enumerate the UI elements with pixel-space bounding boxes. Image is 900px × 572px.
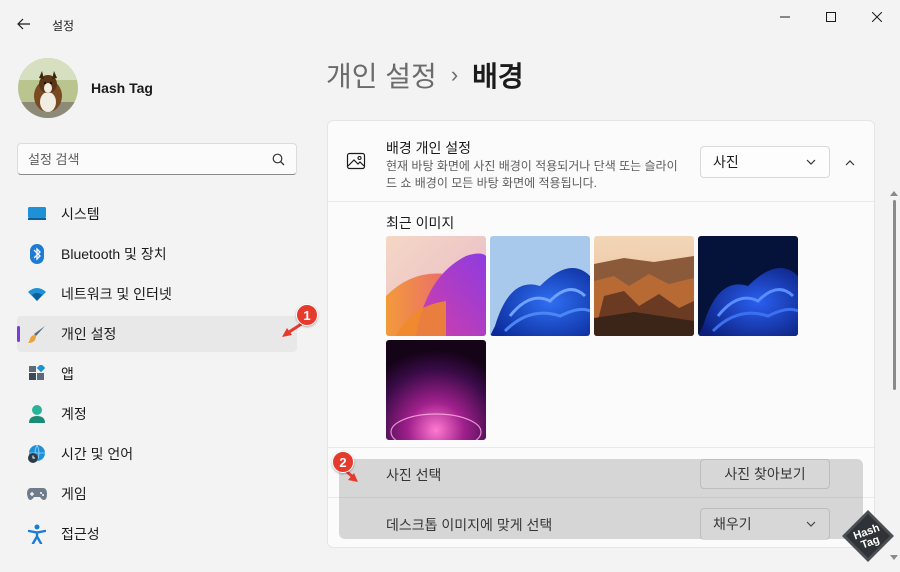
recent-image-1[interactable] xyxy=(386,236,486,336)
sidebar-item-bluetooth[interactable]: Bluetooth 및 장치 xyxy=(17,236,297,272)
sidebar-item-label: 네트워크 및 인터넷 xyxy=(61,286,172,302)
page-title: 배경 xyxy=(472,61,524,92)
maximize-button[interactable] xyxy=(808,0,854,34)
annotation-badge-2: 2 xyxy=(332,451,354,473)
background-card-header: 배경 개인 설정 현재 바탕 화면에 사진 배경이 적용되거나 단색 또는 슬라… xyxy=(328,121,874,201)
sidebar-item-label: 게임 xyxy=(61,486,87,502)
sidebar-item-gaming[interactable]: 게임 xyxy=(17,476,297,512)
sidebar-item-system[interactable]: 시스템 xyxy=(17,196,297,232)
breadcrumb-parent[interactable]: 개인 설정 xyxy=(326,55,437,95)
apps-icon xyxy=(27,364,47,384)
minimize-icon xyxy=(780,16,790,18)
app-title: 설정 xyxy=(52,19,75,33)
sidebar-item-network[interactable]: 네트워크 및 인터넷 xyxy=(17,276,297,312)
brush-icon xyxy=(27,324,47,344)
sidebar-item-label: 계정 xyxy=(61,406,87,422)
back-button[interactable] xyxy=(10,10,38,38)
scroll-up-icon[interactable] xyxy=(890,190,898,196)
settings-search[interactable] xyxy=(17,143,297,175)
system-icon xyxy=(27,204,47,224)
close-button[interactable] xyxy=(854,0,900,34)
recent-images-section: 최근 이미지 xyxy=(328,201,874,447)
breadcrumb-separator: › xyxy=(450,62,459,87)
annotation-highlight xyxy=(339,459,863,539)
chevron-up-icon xyxy=(845,160,855,166)
sidebar-item-label: 개인 설정 xyxy=(61,326,117,342)
wifi-icon xyxy=(27,284,47,304)
recent-image-2[interactable] xyxy=(490,236,590,336)
sidebar-item-personalization[interactable]: 개인 설정 xyxy=(17,316,297,352)
recent-image-5[interactable] xyxy=(386,340,486,440)
account-icon xyxy=(27,404,47,424)
globe-clock-icon xyxy=(27,444,47,464)
scrollbar-thumb[interactable] xyxy=(893,200,896,390)
background-type-dropdown[interactable]: 사진 xyxy=(700,146,830,178)
bluetooth-icon xyxy=(27,244,47,264)
breadcrumb: 개인 설정 › 배경 xyxy=(326,55,524,95)
back-arrow-icon xyxy=(17,18,30,30)
recent-image-3[interactable] xyxy=(594,236,694,336)
chevron-down-icon xyxy=(806,159,816,165)
picture-icon xyxy=(346,151,366,171)
search-input[interactable] xyxy=(28,151,270,167)
gamepad-icon xyxy=(27,484,47,504)
background-type-value: 사진 xyxy=(713,154,739,170)
settings-window: 설정 Hash Tag 설정 검색 시스템 Bluetooth 및 장치 네트워… xyxy=(0,0,900,572)
avatar xyxy=(18,58,78,118)
sidebar-item-label: 접근성 xyxy=(61,526,100,542)
collapse-button[interactable] xyxy=(836,149,864,177)
sidebar-item-label: 시스템 xyxy=(61,206,100,222)
minimize-button[interactable] xyxy=(762,0,808,34)
maximize-icon xyxy=(826,12,836,22)
sidebar-nav: 시스템 Bluetooth 및 장치 네트워크 및 인터넷 개인 설정 앱 계정… xyxy=(17,196,297,556)
annotation-badge-1: 1 xyxy=(296,304,318,326)
sidebar-item-accounts[interactable]: 계정 xyxy=(17,396,297,432)
recent-image-4[interactable] xyxy=(698,236,798,336)
accessibility-icon xyxy=(27,524,47,544)
background-title: 배경 개인 설정 xyxy=(386,140,472,156)
sidebar-item-time-language[interactable]: 시간 및 언어 xyxy=(17,436,297,472)
sidebar-item-apps[interactable]: 앱 xyxy=(17,356,297,392)
close-icon xyxy=(872,12,882,22)
sidebar-item-accessibility[interactable]: 접근성 xyxy=(17,516,297,552)
user-profile[interactable]: Hash Tag xyxy=(18,58,153,118)
hashtag-logo: Hash Tag xyxy=(840,508,896,564)
title-bar: 설정 xyxy=(0,0,900,48)
sidebar-item-label: 앱 xyxy=(61,366,74,382)
recent-images-label: 최근 이미지 xyxy=(386,215,455,231)
user-name: Hash Tag xyxy=(91,80,153,96)
background-description: 현재 바탕 화면에 사진 배경이 적용되거나 단색 또는 슬라이드 쇼 배경이 … xyxy=(386,159,678,190)
sidebar-item-label: Bluetooth 및 장치 xyxy=(61,246,167,262)
search-icon xyxy=(270,151,286,167)
sidebar-item-label: 시간 및 언어 xyxy=(61,446,134,462)
